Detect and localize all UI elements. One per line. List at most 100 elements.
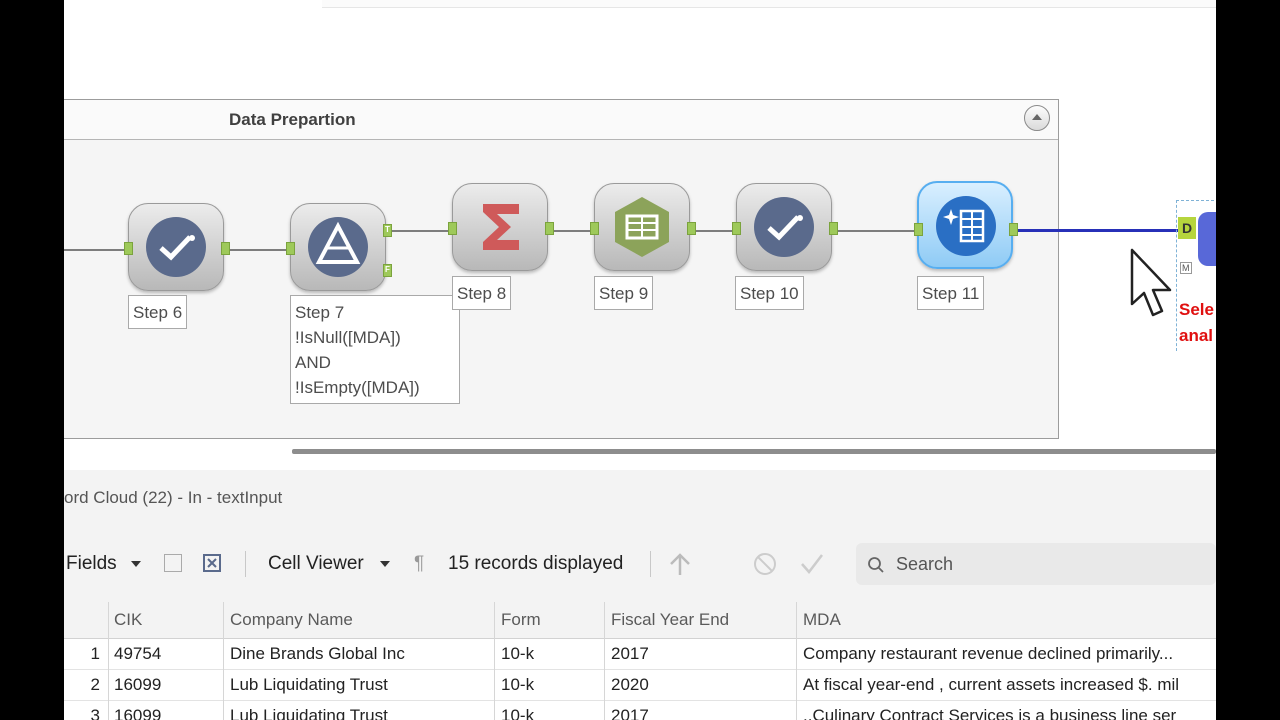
input-anchor[interactable]: [590, 222, 599, 235]
tool-label: Step 10: [735, 276, 804, 310]
summarize-tool-step8[interactable]: [448, 183, 554, 271]
column-divider[interactable]: [796, 602, 797, 720]
row-number: 1: [90, 644, 100, 663]
cell-cik[interactable]: 49754: [114, 644, 161, 664]
designer-canvas: Data Prepartion Step 6 T F Step 7 !IsNul…: [64, 0, 1216, 720]
connection-line: [690, 230, 738, 232]
checkmark-circle-icon: [146, 217, 206, 277]
cell-form[interactable]: 10-k: [501, 675, 534, 695]
output-anchor[interactable]: [829, 222, 838, 235]
connection-line: [224, 249, 292, 251]
checkbox-icon[interactable]: [164, 554, 182, 572]
records-count: 15 records displayed: [448, 553, 624, 574]
container-header[interactable]: Data Prepartion: [64, 100, 1058, 140]
d-input-anchor[interactable]: D: [1178, 217, 1196, 239]
data-cleansing-tool-step11[interactable]: [914, 181, 1018, 269]
checkmark-circle-icon: [754, 197, 814, 257]
false-anchor[interactable]: F: [383, 264, 392, 277]
cancel-icon[interactable]: [753, 552, 777, 576]
close-box-icon[interactable]: [203, 554, 221, 572]
column-divider[interactable]: [108, 602, 109, 720]
results-toolbar: Fields Cell Viewer ¶ 15 records displaye…: [64, 543, 1216, 585]
input-anchor[interactable]: [732, 222, 741, 235]
pilcrow-icon[interactable]: ¶: [414, 553, 424, 575]
sparkle-grid-icon: [936, 196, 996, 256]
chevron-down-icon[interactable]: [131, 561, 141, 567]
next-tool-warning-label: Sele anal: [1179, 297, 1214, 349]
collapse-container-button[interactable]: [1024, 105, 1050, 131]
tool-label-annotation: Step 7 !IsNull([MDA]) AND !IsEmpty([MDA]…: [290, 295, 460, 404]
filter-tool-step7[interactable]: T F: [286, 203, 392, 291]
sigma-icon: [483, 204, 519, 250]
true-anchor[interactable]: T: [383, 224, 392, 237]
arrow-up-icon[interactable]: [668, 551, 692, 577]
fields-dropdown[interactable]: Fields: [66, 553, 117, 575]
connection-line-selected: [1014, 229, 1178, 232]
warning-label-line2: anal: [1179, 326, 1214, 345]
container-title: Data Prepartion: [229, 110, 356, 129]
toolbar-separator: [245, 551, 246, 577]
output-anchor[interactable]: [221, 242, 230, 255]
connection-line: [832, 230, 920, 232]
chevron-down-icon[interactable]: [380, 561, 390, 567]
tool-label: Step 9: [594, 276, 654, 310]
column-header-fiscal-year-end[interactable]: Fiscal Year End: [611, 610, 729, 630]
table-header: CIK Company Name Form Fiscal Year End MD…: [64, 602, 1216, 639]
column-divider[interactable]: [223, 602, 224, 720]
canvas-horizontal-scrollbar[interactable]: [292, 449, 1216, 454]
cell-fiscal-year-end[interactable]: 2020: [611, 675, 649, 695]
search-placeholder: Search: [896, 554, 954, 574]
cell-cik[interactable]: 16099: [114, 706, 161, 720]
output-anchor[interactable]: [687, 222, 696, 235]
table-row[interactable]: 1 49754 Dine Brands Global Inc 10-k 2017…: [64, 639, 1216, 670]
cell-mda[interactable]: At fiscal year-end , current assets incr…: [803, 675, 1216, 695]
column-header-company-name[interactable]: Company Name: [230, 610, 353, 630]
cell-company-name[interactable]: Dine Brands Global Inc: [230, 644, 405, 664]
cell-company-name[interactable]: Lub Liquidating Trust: [230, 706, 388, 720]
tool-label: Step 11: [917, 276, 985, 310]
column-header-mda[interactable]: MDA: [803, 610, 841, 630]
cell-mda[interactable]: ..Culinary Contract Services is a busine…: [803, 706, 1216, 720]
input-anchor[interactable]: [286, 242, 295, 255]
connection-line: [64, 249, 130, 251]
top-strip: [322, 0, 1216, 8]
checkmark-icon[interactable]: [799, 552, 825, 576]
connection-line: [386, 230, 454, 232]
table-row[interactable]: 2 16099 Lub Liquidating Trust 10-k 2020 …: [64, 670, 1216, 701]
table-tool-step9[interactable]: [590, 183, 696, 271]
cell-company-name[interactable]: Lub Liquidating Trust: [230, 675, 388, 695]
cell-form[interactable]: 10-k: [501, 706, 534, 720]
tool-label: Step 8: [452, 276, 512, 310]
column-divider[interactable]: [604, 602, 605, 720]
output-anchor[interactable]: [1009, 223, 1018, 236]
table-row[interactable]: 3 16099 Lub Liquidating Trust 10-k 2017 …: [64, 701, 1216, 720]
input-anchor[interactable]: [448, 222, 457, 235]
search-input[interactable]: Search: [856, 543, 1216, 585]
output-anchor[interactable]: [545, 222, 554, 235]
row-number: 2: [90, 675, 100, 694]
select-tool-step10[interactable]: [732, 183, 838, 271]
tool-label: Step 6: [128, 295, 188, 329]
filter-triangle-icon: [308, 217, 368, 277]
cell-form[interactable]: 10-k: [501, 644, 534, 664]
search-icon: [868, 557, 884, 573]
next-tool[interactable]: [1198, 212, 1216, 266]
toolbar-separator: [650, 551, 651, 577]
input-anchor[interactable]: [124, 242, 133, 255]
table-hexagon-icon: [615, 197, 669, 257]
column-header-form[interactable]: Form: [501, 610, 541, 630]
select-tool-step6[interactable]: [124, 203, 230, 291]
cell-fiscal-year-end[interactable]: 2017: [611, 644, 649, 664]
input-anchor[interactable]: [914, 223, 923, 236]
column-divider[interactable]: [494, 602, 495, 720]
results-title: ord Cloud (22) - In - textInput: [64, 488, 283, 507]
warning-label-line1: Sele: [1179, 300, 1214, 319]
mouse-cursor-icon: [1130, 248, 1172, 317]
cell-fiscal-year-end[interactable]: 2017: [611, 706, 649, 720]
cell-viewer-dropdown[interactable]: Cell Viewer: [268, 553, 364, 575]
cell-mda[interactable]: Company restaurant revenue declined prim…: [803, 644, 1216, 664]
row-number: 3: [90, 706, 100, 720]
cell-cik[interactable]: 16099: [114, 675, 161, 695]
column-header-cik[interactable]: CIK: [114, 610, 142, 630]
connection-line: [548, 230, 596, 232]
